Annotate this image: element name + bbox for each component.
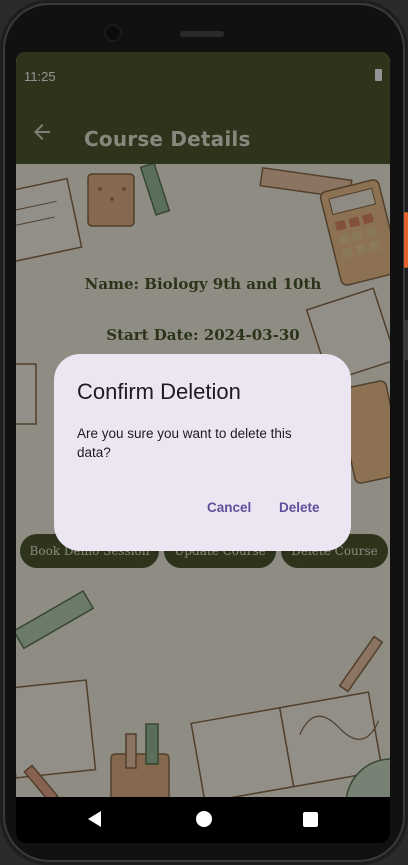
nav-back-icon[interactable] <box>88 811 101 827</box>
power-button <box>404 212 408 268</box>
app-screen: 11:25 Course Details Name: Biology 9th a… <box>16 52 390 797</box>
phone-frame: 11:25 Course Details Name: Biology 9th a… <box>0 0 408 865</box>
nav-recents-icon[interactable] <box>303 812 318 827</box>
nav-home-icon[interactable] <box>196 811 212 827</box>
earpiece-speaker <box>180 31 224 37</box>
dialog-message: Are you sure you want to delete this dat… <box>77 426 292 460</box>
confirm-deletion-dialog: Confirm Deletion Are you sure you want t… <box>54 354 351 551</box>
front-camera <box>104 24 122 42</box>
confirm-delete-button[interactable]: Delete <box>269 492 330 524</box>
dialog-title: Confirm Deletion <box>77 379 241 404</box>
volume-button <box>404 320 408 360</box>
cancel-button[interactable]: Cancel <box>197 492 261 524</box>
system-nav-bar <box>16 797 390 843</box>
